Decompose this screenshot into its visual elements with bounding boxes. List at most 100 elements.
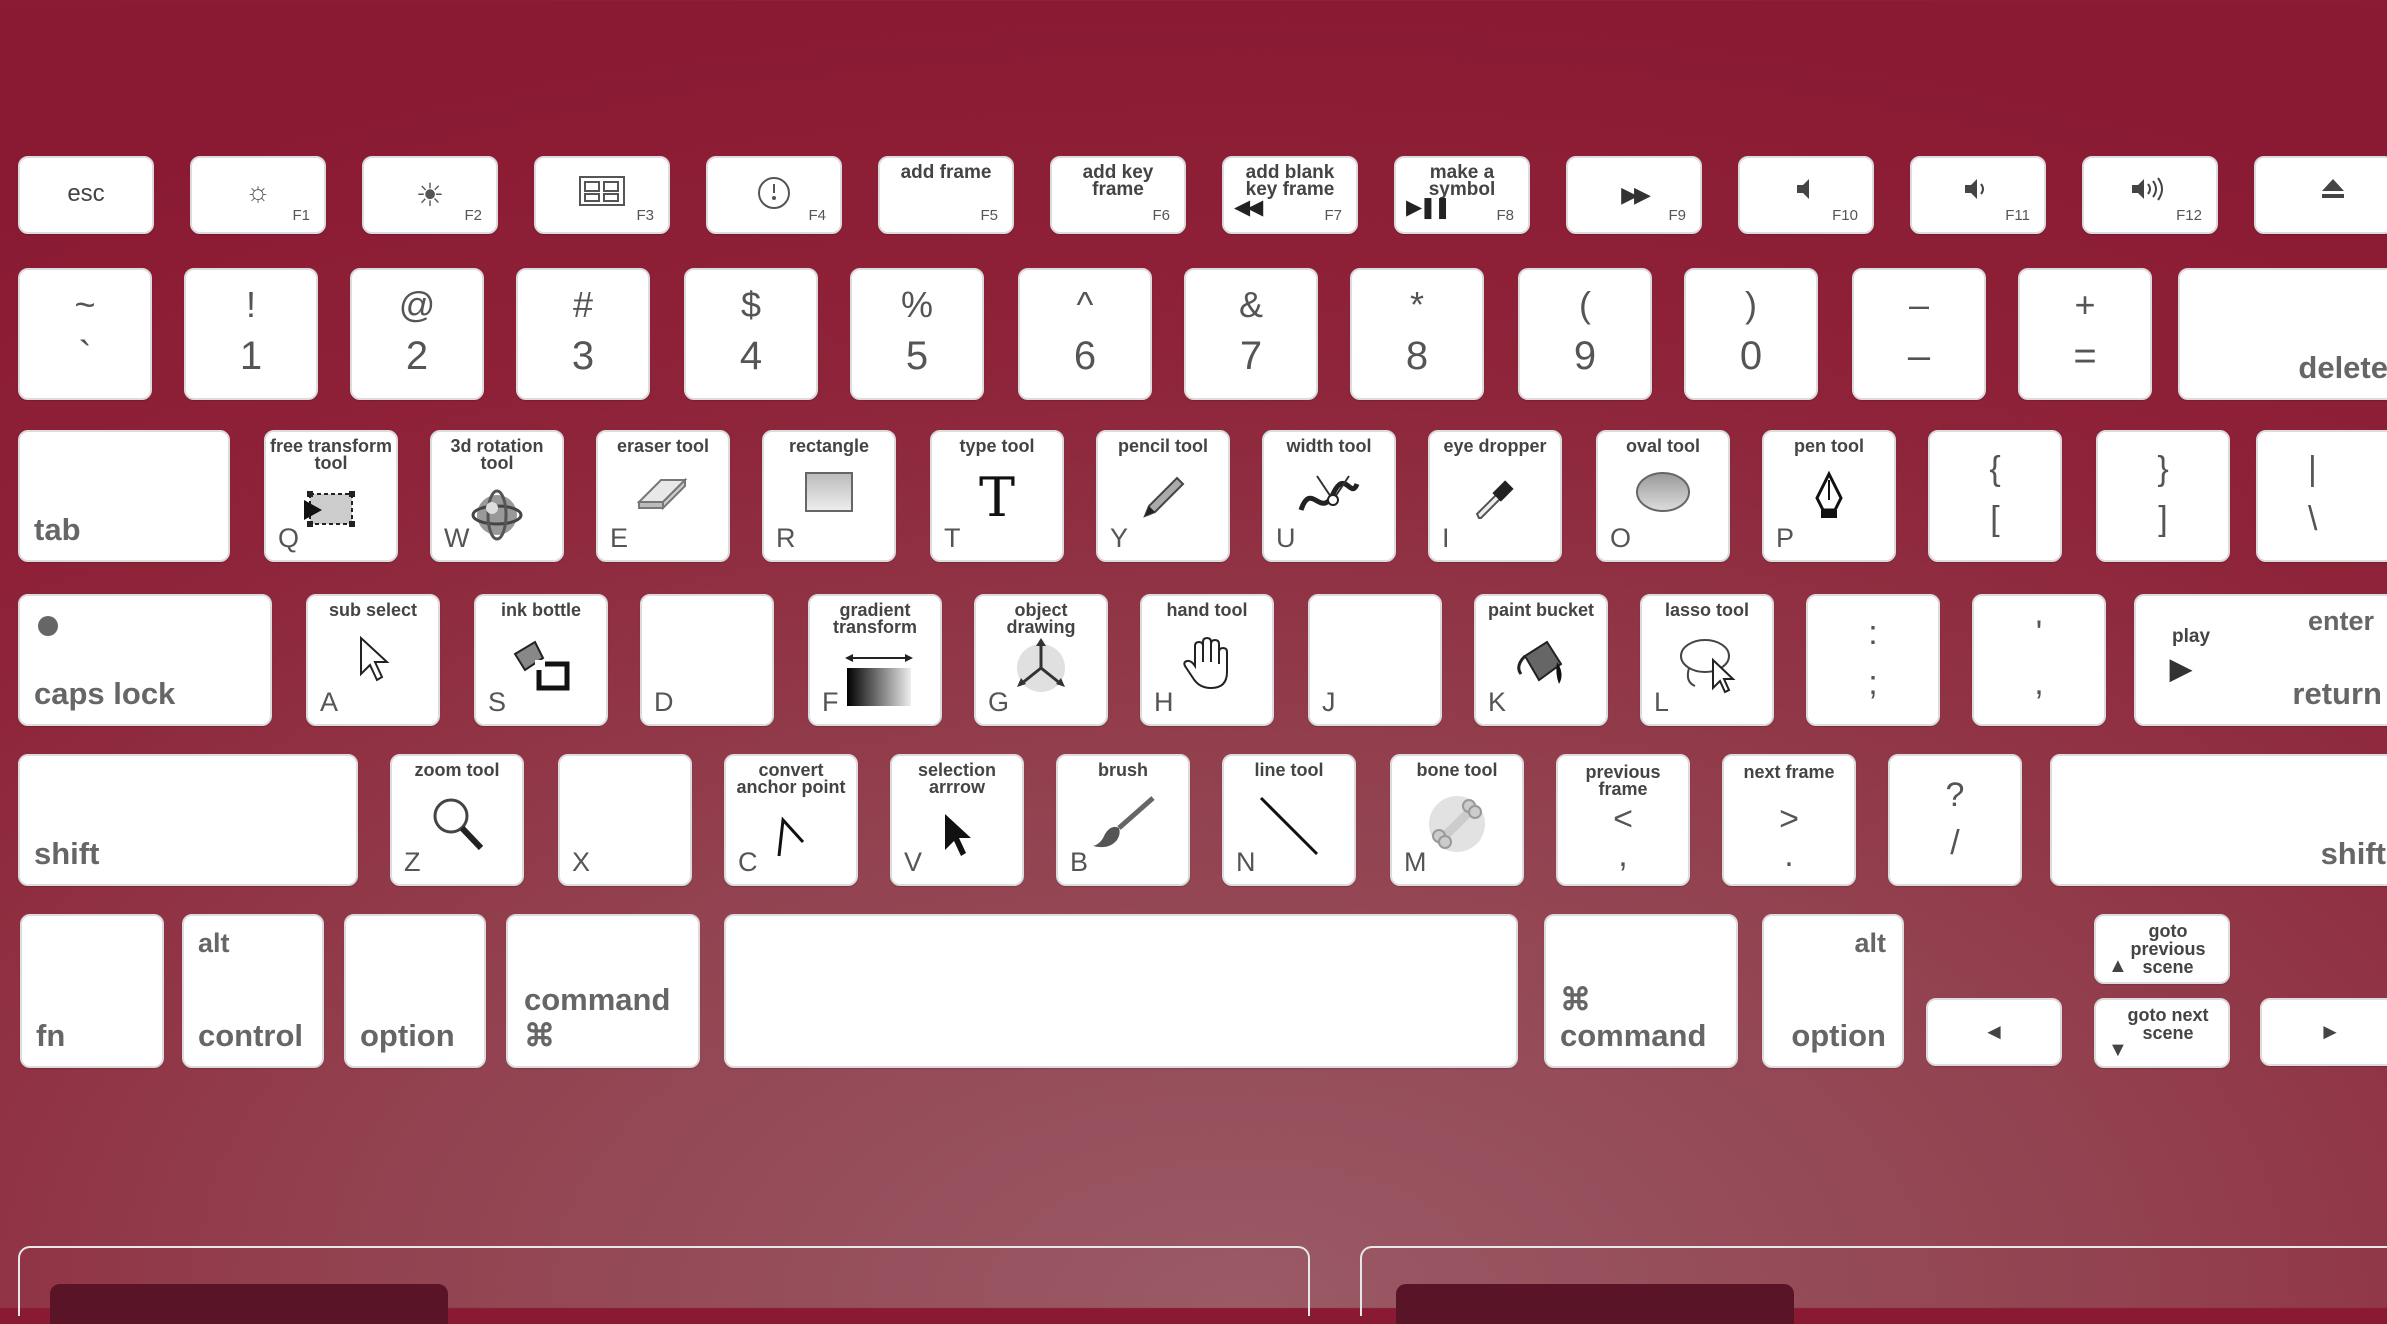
enter-key[interactable]: enter play ▶ return <box>2134 594 2387 726</box>
number-key-3[interactable]: #3 <box>516 268 650 400</box>
punct-key-0[interactable]: :; <box>1806 594 1940 726</box>
tool-key-e[interactable]: eraser tool E <box>596 430 730 562</box>
f3-key[interactable]: F3 <box>534 156 670 234</box>
option-right-key[interactable]: alt option <box>1762 914 1904 1068</box>
enter-label: enter <box>2307 606 2374 636</box>
tool-key-s[interactable]: ink bottle S <box>474 594 608 726</box>
f11-key[interactable]: F11 <box>1910 156 2046 234</box>
frame-key-0[interactable]: previous frame <, <box>1556 754 1690 886</box>
punct-key-1[interactable]: ', <box>1972 594 2106 726</box>
control-key[interactable]: alt control <box>182 914 324 1068</box>
f12-key[interactable]: F12 <box>2082 156 2218 234</box>
selection-arrow-icon <box>925 810 989 874</box>
3d-rotation-icon <box>465 486 529 550</box>
frame-key-2[interactable]: ? / <box>1888 754 2022 886</box>
down-arrow-key[interactable]: goto next scene ▼ <box>2094 998 2230 1068</box>
f4-key[interactable]: F4 <box>706 156 842 234</box>
f5-key[interactable]: add frame F5 <box>878 156 1014 234</box>
tool-key-k[interactable]: paint bucket K <box>1474 594 1608 726</box>
f8-key[interactable]: make a symbol ▶❚❚ F8 <box>1394 156 1530 234</box>
brush-icon <box>1091 794 1155 858</box>
tool-key-r[interactable]: rectangle R <box>762 430 896 562</box>
caps-lock-indicator <box>38 616 58 636</box>
tool-key-p[interactable]: pen tool P <box>1762 430 1896 562</box>
number-key-6[interactable]: ^ 6 <box>1018 268 1152 400</box>
tool-key-x[interactable]: X <box>558 754 692 886</box>
number-key-12[interactable]: + = <box>2018 268 2152 400</box>
f1-key[interactable]: ☼ F1 <box>190 156 326 234</box>
esc-key[interactable]: esc <box>18 156 154 234</box>
command-left-key[interactable]: command ⌘ <box>506 914 700 1068</box>
key-shift-symbol: < <box>1613 800 1633 838</box>
tool-key-f[interactable]: gradient transform F <box>808 594 942 726</box>
frame-key-1[interactable]: next frame >. <box>1722 754 1856 886</box>
tool-key-a[interactable]: sub select A <box>306 594 440 726</box>
convert-anchor-icon <box>759 810 823 874</box>
f12-label: F12 <box>2176 207 2202 224</box>
key-main-symbol: ` <box>78 334 92 378</box>
bracket-key-2[interactable]: | \ <box>2256 430 2387 562</box>
f6-key[interactable]: add key frame F6 <box>1050 156 1186 234</box>
tool-key-w[interactable]: 3d rotation tool W <box>430 430 564 562</box>
fn-key[interactable]: fn <box>20 914 164 1068</box>
tool-key-m[interactable]: bone tool M <box>1390 754 1524 886</box>
tool-key-h[interactable]: hand tool H <box>1140 594 1274 726</box>
tool-key-o[interactable]: oval tool O <box>1596 430 1730 562</box>
number-key-9[interactable]: (9 <box>1518 268 1652 400</box>
f2-key[interactable]: ☀ F2 <box>362 156 498 234</box>
tool-key-b[interactable]: brush B <box>1056 754 1190 886</box>
number-key-11[interactable]: – – <box>1852 268 1986 400</box>
right-arrow-key[interactable]: ► <box>2260 998 2387 1066</box>
number-key-0[interactable]: ~ ` <box>18 268 152 400</box>
tool-key-d[interactable]: D <box>640 594 774 726</box>
shift-left-key[interactable]: shift <box>18 754 358 886</box>
caps-lock-key[interactable]: caps lock <box>18 594 272 726</box>
tool-key-i[interactable]: eye dropper I <box>1428 430 1562 562</box>
key-main-symbol: 4 <box>739 334 763 378</box>
left-arrow-key[interactable]: ◄ <box>1926 998 2062 1066</box>
shift-right-key[interactable]: shift <box>2050 754 2387 886</box>
tool-key-q[interactable]: free transform tool Q <box>264 430 398 562</box>
tool-name: object drawing <box>1006 600 1076 637</box>
number-key-5[interactable]: % 5 <box>850 268 984 400</box>
delete-key[interactable]: delete <box>2178 268 2387 400</box>
tab-key[interactable]: tab <box>18 430 230 562</box>
number-key-1[interactable]: ! 1 <box>184 268 318 400</box>
tool-key-y[interactable]: pencil tool Y <box>1096 430 1230 562</box>
key-letter: E <box>610 523 629 553</box>
option-left-key[interactable]: option <box>344 914 486 1068</box>
tool-key-g[interactable]: object drawing G <box>974 594 1108 726</box>
key-main-symbol: 3 <box>571 334 595 378</box>
bracket-key-0[interactable]: {[ <box>1928 430 2062 562</box>
key-main-symbol: ; <box>1868 664 1878 702</box>
tool-key-l[interactable]: lasso tool L <box>1640 594 1774 726</box>
up-arrow-key[interactable]: goto previous scene ▲ <box>2094 914 2230 984</box>
key-main-symbol: 8 <box>1405 334 1429 378</box>
tool-key-v[interactable]: selection arrrow V <box>890 754 1024 886</box>
bracket-key-1[interactable]: }] <box>2096 430 2230 562</box>
tool-name: hand tool <box>1166 600 1248 620</box>
eject-key[interactable] <box>2254 156 2387 234</box>
tool-key-u[interactable]: width tool U <box>1262 430 1396 562</box>
tool-key-n[interactable]: line tool N <box>1222 754 1356 886</box>
space-bar[interactable] <box>724 914 1518 1068</box>
tool-key-z[interactable]: zoom tool Z <box>390 754 524 886</box>
number-key-7[interactable]: & 7 <box>1184 268 1318 400</box>
tool-key-c[interactable]: convert anchor point C <box>724 754 858 886</box>
key-letter: O <box>1610 523 1632 553</box>
f9-key[interactable]: ▶▶ F9 <box>1566 156 1702 234</box>
number-key-2[interactable]: @2 <box>350 268 484 400</box>
number-key-8[interactable]: * 8 <box>1350 268 1484 400</box>
f10-key[interactable]: F10 <box>1738 156 1874 234</box>
zoom-icon <box>425 794 489 858</box>
number-key-10[interactable]: ) 0 <box>1684 268 1818 400</box>
timeline-panel-tab <box>1396 1284 1794 1324</box>
key-shift-symbol: ( <box>1579 284 1591 325</box>
tool-key-j[interactable]: J <box>1308 594 1442 726</box>
f4-label: F4 <box>808 207 826 224</box>
tool-key-t[interactable]: type tool T T <box>930 430 1064 562</box>
f7-key[interactable]: add blank key frame ◀◀ F7 <box>1222 156 1358 234</box>
tool-name: line tool <box>1254 760 1324 780</box>
number-key-4[interactable]: $4 <box>684 268 818 400</box>
command-right-key[interactable]: ⌘ command <box>1544 914 1738 1068</box>
